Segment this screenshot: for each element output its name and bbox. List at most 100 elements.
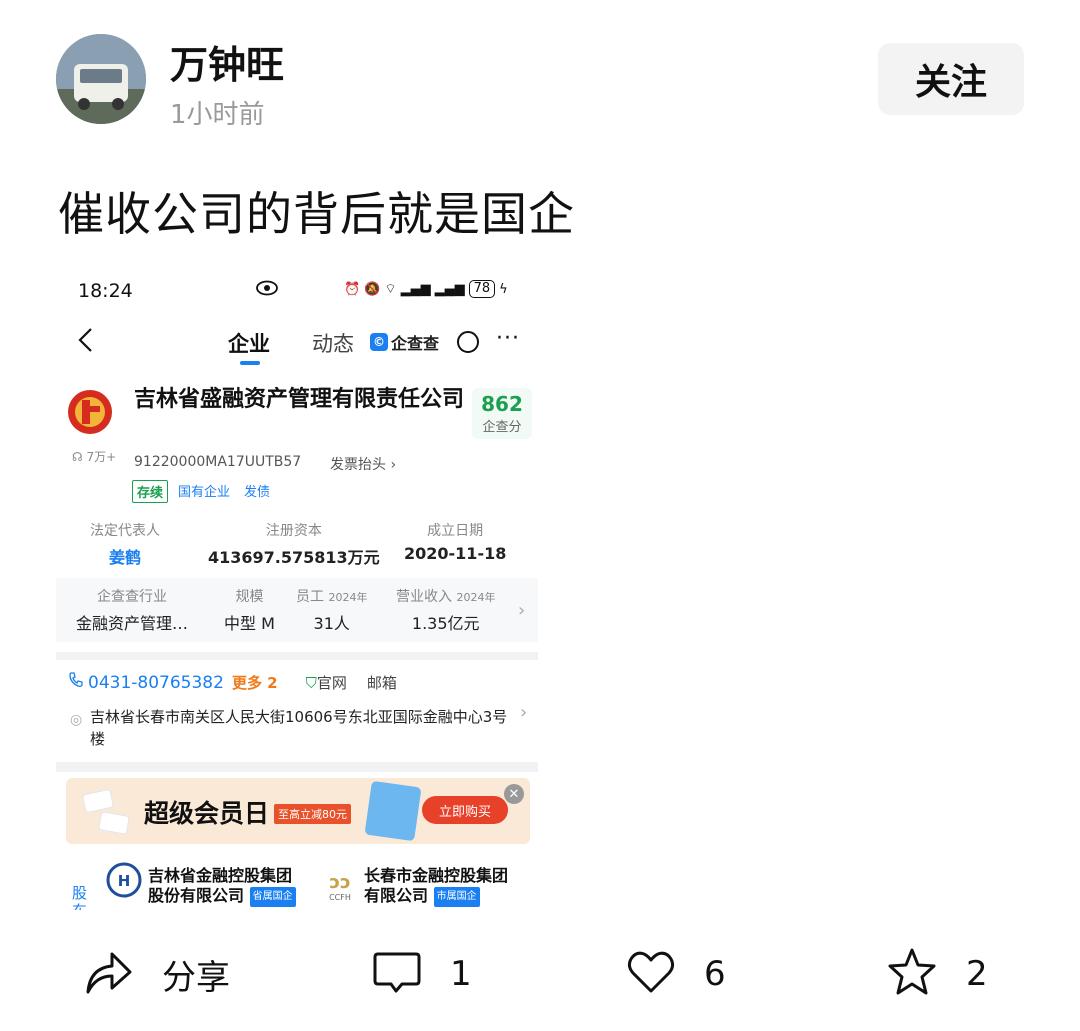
location-pin-icon: ◎: [70, 712, 83, 728]
share-label: 分享: [162, 957, 230, 998]
author-avatar[interactable]: [56, 34, 146, 124]
search-icon[interactable]: [456, 330, 482, 360]
battery-indicator: 78: [468, 280, 496, 298]
tab-active-indicator: [240, 361, 260, 365]
banner-title: 超级会员日: [144, 799, 270, 828]
heart-icon: [626, 948, 676, 1000]
stat-label: 企查查行业: [97, 589, 167, 605]
author-name[interactable]: 万钟旺: [170, 34, 284, 89]
founded-date: 成立日期 2020-11-18: [404, 520, 506, 563]
stat-scale: 规模 中型 M: [224, 586, 275, 634]
logo-text: CCFH: [329, 893, 351, 902]
registered-capital: 注册资本 413697.575813万元: [208, 520, 380, 568]
favorite-count: 2: [966, 954, 988, 994]
shareholder-name-line2: 有限公司 市属国企: [364, 886, 508, 907]
info-value: 姜鹤: [108, 548, 141, 567]
signal-icon: ▂▄▆: [434, 281, 465, 297]
mute-icon: 🔕: [364, 281, 381, 297]
info-label: 成立日期: [427, 523, 484, 539]
stat-label-text: 营业收入: [396, 589, 452, 605]
score-value: 862: [481, 392, 523, 416]
post-text: 催收公司的背后就是国企: [58, 187, 575, 241]
stat-industry: 企查查行业 金融资产管理…: [76, 586, 188, 634]
brand-name: 企查查: [391, 334, 440, 353]
shareholder-name: 吉林省金融控股集团: [148, 866, 293, 885]
info-value: 2020-11-18: [404, 544, 507, 563]
info-value: 413697.575813万元: [208, 548, 380, 567]
soe-badge: 省属国企: [249, 886, 296, 907]
brand-logo: © 企查查: [370, 330, 439, 354]
back-icon[interactable]: [76, 326, 96, 358]
status-badge: 存续: [132, 480, 169, 503]
status-icons: ⏰ 🔕 ⌔ ▂▄▆ ▂▄▆ 78 ϟ: [344, 280, 508, 298]
shareholder-logo: ɔɔ CCFH: [326, 872, 354, 902]
svg-text:H: H: [118, 872, 131, 890]
charging-icon: ϟ: [499, 281, 508, 297]
more-phones-link[interactable]: 更多 2: [232, 672, 278, 693]
tab-company[interactable]: 企业: [228, 328, 270, 358]
chevron-right-icon: ›: [518, 600, 526, 621]
comment-icon: [372, 948, 422, 1000]
eye-icon: [256, 280, 278, 300]
tab-news[interactable]: 动态: [312, 328, 354, 358]
divider: [56, 652, 538, 660]
shareholder-item[interactable]: 长春市金融控股集团 有限公司 市属国企: [364, 866, 508, 907]
contact-row: 0431-80765382 更多 2 ⛉官网 邮箱: [68, 672, 397, 693]
address-text[interactable]: 吉林省长春市南关区人民大街10606号东北亚国际金融中心3号楼: [90, 706, 510, 750]
invoice-label: 发票抬头: [330, 457, 386, 473]
company-tags: 存续 国有企业 发债: [132, 480, 274, 503]
brand-icon: ©: [370, 333, 388, 351]
like-button[interactable]: 6: [626, 946, 726, 1002]
website-link[interactable]: ⛉官网: [306, 672, 347, 693]
invoice-link[interactable]: 发票抬头 ›: [330, 454, 396, 474]
info-label: 法定代表人: [90, 523, 160, 539]
shareholder-name: 有限公司: [364, 886, 429, 905]
shareholders-label: 股东: [72, 884, 88, 910]
buy-now-button[interactable]: 立即购买: [422, 796, 508, 824]
legal-rep[interactable]: 法定代表人 姜鹤: [90, 520, 160, 568]
stat-value: 中型 M: [224, 614, 275, 633]
shareholder-name-line2: 股份有限公司 省属国企: [148, 886, 296, 907]
divider: [56, 762, 538, 772]
stat-label-text: 员工: [296, 589, 324, 605]
share-button[interactable]: 分享: [84, 946, 230, 1002]
wifi-icon: ⌔: [384, 282, 397, 297]
stat-employees: 员工 2024年 31人: [296, 586, 367, 634]
cards-illustration: [80, 786, 140, 838]
stat-label: 员工 2024年: [296, 586, 367, 606]
info-label: 注册资本: [265, 523, 322, 539]
followers-value: 7万+: [86, 450, 117, 464]
signal-icon: ▂▄▆: [400, 281, 431, 297]
avatar-image: [56, 34, 146, 124]
stat-label: 营业收入 2024年: [396, 586, 495, 606]
share-icon: [84, 948, 134, 1000]
comment-button[interactable]: 1: [372, 946, 472, 1002]
ccfh-icon: ɔɔ: [329, 872, 351, 893]
stat-label: 规模: [235, 589, 264, 605]
favorite-button[interactable]: 2: [886, 946, 988, 1002]
credit-code: 91220000MA17UUTB57: [134, 454, 302, 470]
tag-soe[interactable]: 国有企业: [174, 480, 234, 503]
shareholder-item[interactable]: 吉林省金融控股集团 股份有限公司 省属国企: [148, 866, 296, 907]
company-logo: [66, 388, 114, 436]
company-stats[interactable]: 企查查行业 金融资产管理… 规模 中型 M 员工 2024年 31人 营业收入 …: [56, 578, 538, 642]
post-image[interactable]: 18:24 ⏰ 🔕 ⌔ ▂▄▆ ▂▄▆ 78 ϟ 企业 动态 © 企查查 ···…: [56, 266, 538, 910]
stat-value: 金融资产管理…: [76, 614, 189, 633]
phone-number[interactable]: 0431-80765382: [88, 673, 224, 693]
tag-bond[interactable]: 发债: [240, 480, 274, 503]
shareholder-logo: H: [106, 862, 142, 898]
website-label: 官网: [316, 674, 347, 692]
company-score[interactable]: 862 企查分: [472, 388, 532, 439]
close-icon[interactable]: ✕: [504, 784, 524, 804]
stat-revenue: 营业收入 2024年 1.35亿元: [396, 586, 495, 634]
alarm-icon: ⏰: [344, 281, 361, 297]
status-time: 18:24: [78, 280, 133, 302]
vip-banner[interactable]: 超级会员日 至高立减80元 立即购买 ✕: [66, 778, 530, 844]
email-link[interactable]: 邮箱: [367, 672, 397, 693]
stat-value: 31人: [313, 614, 350, 633]
stat-year: 2024年: [456, 591, 496, 604]
star-icon: [886, 947, 938, 1001]
shield-icon: ⛉: [305, 674, 317, 692]
more-icon[interactable]: ···: [496, 326, 520, 351]
follow-button[interactable]: 关注: [878, 43, 1024, 115]
